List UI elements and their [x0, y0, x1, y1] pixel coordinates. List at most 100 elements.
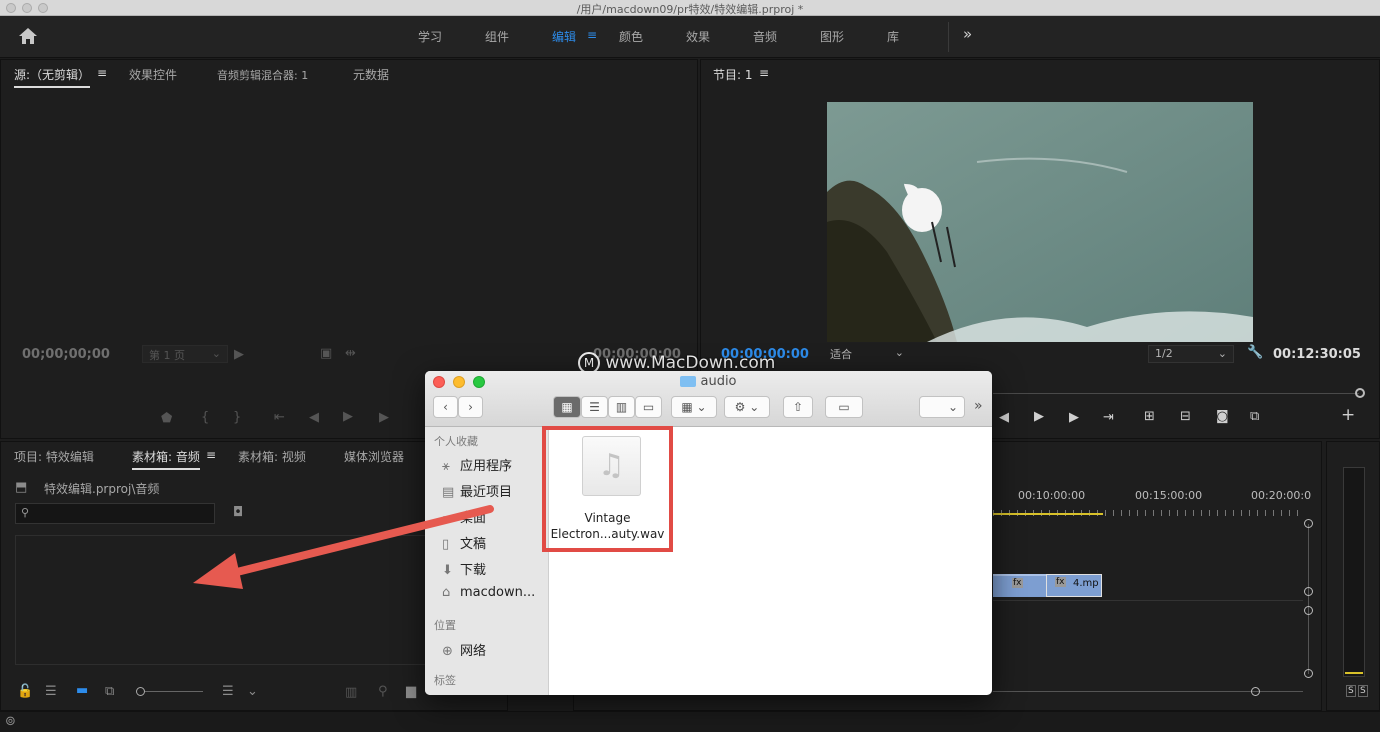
file-name: Vintage Electron...auty.wav: [546, 510, 669, 542]
clip-label: 4.mp: [1073, 578, 1099, 589]
list-view-button[interactable]: ☰: [581, 396, 608, 418]
mark-out-icon[interactable]: }: [233, 411, 241, 425]
add-marker-icon[interactable]: ⬟: [161, 412, 172, 426]
fit-select[interactable]: 适合 ⌄: [824, 345, 910, 363]
wrench-icon[interactable]: 🔧: [1247, 346, 1263, 360]
add-button-icon[interactable]: +: [1341, 407, 1355, 424]
workspace-tab-assembly[interactable]: 组件: [485, 28, 509, 45]
go-to-out-icon[interactable]: ⇥: [1103, 411, 1114, 425]
icon-view-icon[interactable]: ▬: [76, 684, 88, 698]
vertical-scrollbar[interactable]: [1308, 524, 1309, 674]
fit-label: 适合: [830, 348, 852, 361]
zoom-slider-track[interactable]: [145, 691, 203, 692]
zoom-slider-handle[interactable]: [136, 687, 145, 696]
workspace-tab-audio[interactable]: 音频: [753, 28, 777, 45]
group-button[interactable]: ▦ ⌄: [671, 396, 717, 418]
workspace-menu-icon[interactable]: ≡: [587, 28, 597, 42]
tab-media-browser[interactable]: 媒体浏览器: [344, 448, 404, 465]
comparison-view-icon[interactable]: ⧉: [1250, 410, 1259, 424]
finder-more-icon[interactable]: »: [974, 398, 983, 414]
solo-right-button[interactable]: S: [1358, 685, 1368, 697]
extract-icon[interactable]: ⊟: [1180, 410, 1191, 424]
search-field-button[interactable]: ⌄: [919, 396, 965, 418]
ruler-label-15: 00:15:00:00: [1135, 489, 1203, 502]
workspace-tab-libraries[interactable]: 库: [887, 28, 899, 45]
play-icon[interactable]: ▶: [1034, 410, 1044, 424]
lift-icon[interactable]: ⊞: [1144, 410, 1155, 424]
solo-left-button[interactable]: S: [1346, 685, 1356, 697]
finder-title-text: audio: [700, 374, 737, 389]
new-bin-icon[interactable]: ▆: [406, 685, 416, 699]
source-menu-icon[interactable]: ≡: [97, 66, 107, 80]
video-clip-4mp[interactable]: fx 4.mp: [1046, 574, 1102, 597]
workspace-more-icon[interactable]: »: [963, 25, 972, 43]
file-name-line2: Electron...auty.wav: [550, 527, 665, 541]
play-icon[interactable]: ▶: [343, 410, 353, 424]
scroll-handle-bottom[interactable]: [1304, 669, 1313, 678]
tab-effect-controls[interactable]: 效果控件: [129, 66, 177, 83]
back-button[interactable]: ‹: [433, 396, 458, 418]
forward-button[interactable]: ›: [458, 396, 483, 418]
sidebar-item-network[interactable]: ⊕ 网络: [442, 640, 486, 659]
program-video-frame: [827, 102, 1253, 342]
scroll-handle-low[interactable]: [1304, 606, 1313, 615]
step-forward-icon[interactable]: ▶: [1069, 411, 1079, 425]
workspace-tab-graphics[interactable]: 图形: [820, 28, 844, 45]
tags-button[interactable]: ▭: [825, 396, 863, 418]
watermark-text: www.MacDown.com: [605, 353, 776, 373]
chevron-down-icon[interactable]: ⌄: [247, 685, 258, 699]
resolution-select[interactable]: 1/2 ⌄: [1148, 345, 1234, 363]
file-item-wav[interactable]: ♫ Vintage Electron...auty.wav: [542, 426, 673, 552]
lock-icon[interactable]: 🔓: [17, 685, 33, 699]
workspace-tab-effects[interactable]: 效果: [686, 28, 710, 45]
tab-bin-audio[interactable]: 素材箱: 音频: [132, 448, 200, 470]
step-back-icon[interactable]: ◀: [309, 411, 319, 425]
source-marker-icon[interactable]: ⇹: [345, 347, 356, 361]
home-icon[interactable]: [19, 28, 37, 44]
source-settings-icon[interactable]: ▣: [320, 347, 332, 361]
list-view-icon[interactable]: ☰: [45, 685, 57, 699]
step-forward-icon[interactable]: ▶: [379, 411, 389, 425]
workspace-tab-editing[interactable]: 编辑: [552, 28, 576, 45]
finder-title: audio: [425, 374, 992, 389]
video-clip[interactable]: fx: [993, 574, 1046, 597]
scroll-handle-mid[interactable]: [1304, 587, 1313, 596]
mark-in-icon[interactable]: {: [201, 411, 209, 425]
gallery-view-button[interactable]: ▭: [635, 396, 662, 418]
bin-menu-icon[interactable]: ≡: [206, 448, 216, 462]
tab-audio-clip-mixer[interactable]: 音频剪辑混合器: 1: [217, 67, 308, 83]
sort-icon[interactable]: ☰: [222, 685, 234, 699]
audio-meter: [1343, 467, 1365, 677]
creative-cloud-icon[interactable]: ⊚: [5, 715, 16, 729]
freeform-view-icon[interactable]: ⧉: [105, 685, 114, 699]
program-scrub-bar[interactable]: [993, 393, 1359, 394]
workspace-tab-learn[interactable]: 学习: [418, 28, 442, 45]
action-gear-button[interactable]: ⚙ ⌄: [724, 396, 770, 418]
favorites-header: 个人收藏: [434, 435, 478, 448]
program-menu-icon[interactable]: ≡: [759, 66, 769, 80]
work-area-bar[interactable]: [993, 513, 1103, 515]
tab-project[interactable]: 项目: 特效编辑: [14, 448, 94, 465]
page-next-icon[interactable]: ▶: [234, 348, 244, 362]
hscroll-handle[interactable]: [1251, 687, 1260, 696]
tab-source[interactable]: 源:（无剪辑）: [14, 66, 91, 88]
scroll-handle-top[interactable]: [1304, 519, 1313, 528]
find-icon[interactable]: ⚲: [378, 685, 388, 699]
tab-bin-video[interactable]: 素材箱: 视频: [238, 448, 306, 465]
sidebar-item-applications[interactable]: ⚹ 应用程序: [442, 455, 512, 474]
go-to-in-icon[interactable]: ⇤: [274, 411, 285, 425]
source-timecode[interactable]: 00;00;00;00: [22, 347, 110, 362]
column-view-button[interactable]: ▥: [608, 396, 635, 418]
window-title: /用户/macdown09/pr特效/特效编辑.prproj *: [576, 3, 804, 16]
program-scrub-handle[interactable]: [1355, 388, 1365, 398]
source-page-select[interactable]: 第 1 页 ⌄: [142, 345, 228, 363]
step-back-icon[interactable]: ◀: [999, 411, 1009, 425]
tab-metadata[interactable]: 元数据: [353, 66, 389, 83]
automate-sequence-icon[interactable]: ▥: [345, 686, 357, 700]
icon-view-button[interactable]: ▦: [553, 396, 581, 418]
export-frame-icon[interactable]: ◙: [1216, 410, 1229, 424]
folder-up-icon[interactable]: ⬒: [15, 481, 27, 495]
share-button[interactable]: ⇧: [783, 396, 813, 418]
program-title[interactable]: 节目: 1: [713, 66, 753, 83]
workspace-tab-color[interactable]: 颜色: [619, 28, 643, 45]
